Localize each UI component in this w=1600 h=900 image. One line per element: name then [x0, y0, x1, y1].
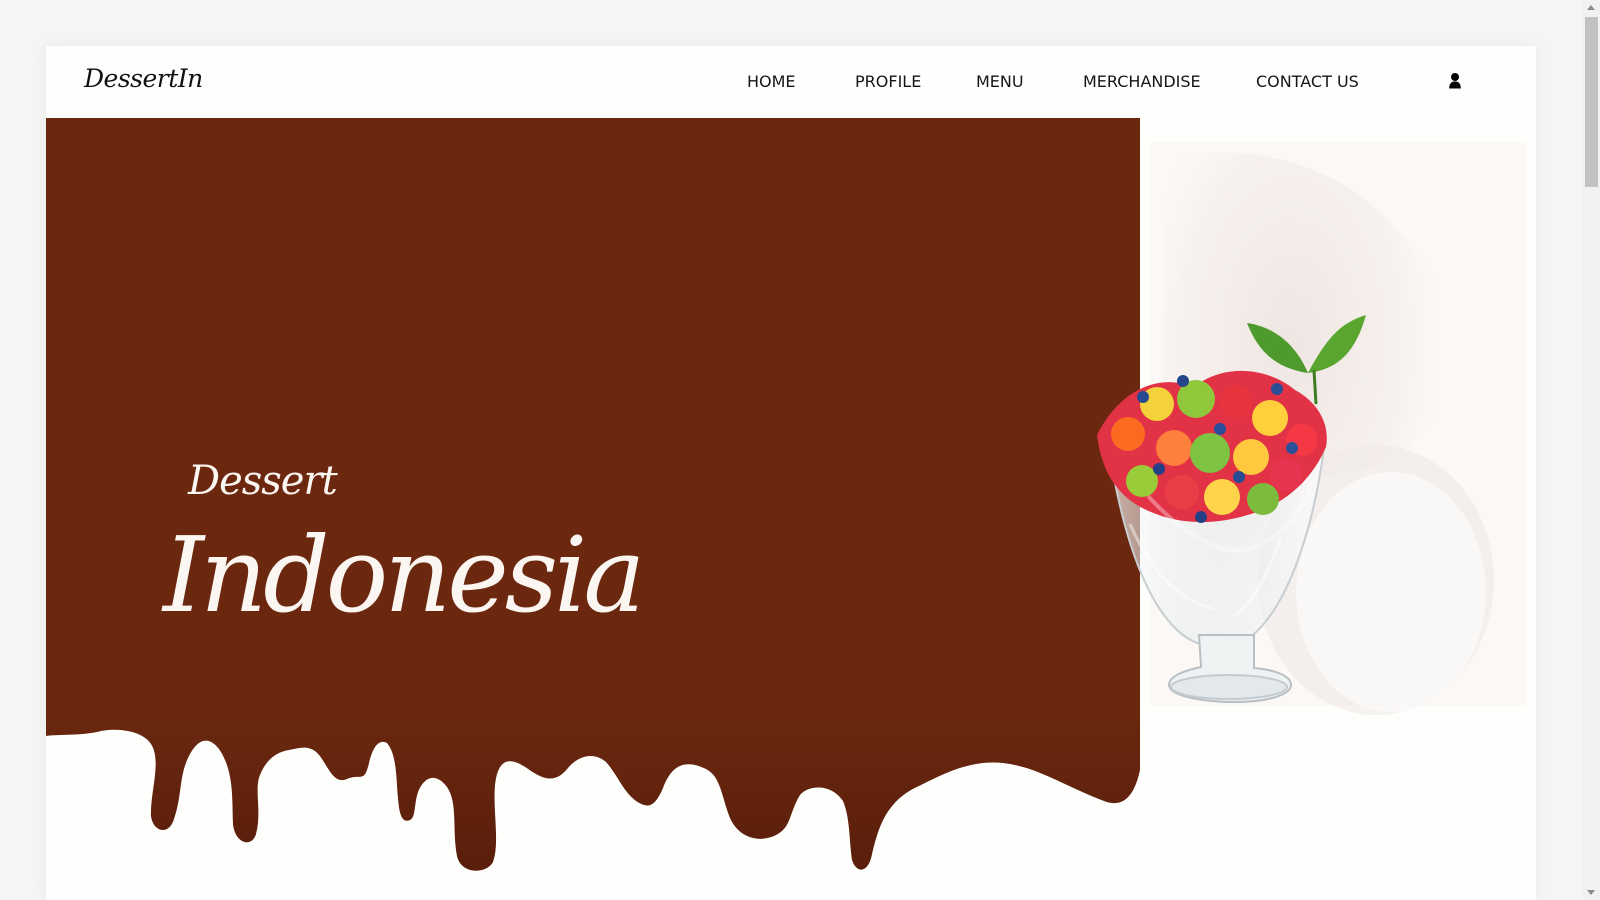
nav-contact-us[interactable]: CONTACT US [1256, 72, 1359, 91]
hero-chocolate-banner: Dessert Indonesia [46, 118, 1163, 900]
hero-title: Indonesia [163, 514, 645, 636]
top-navbar: DessertIn HOME PROFILE MENU MERCHANDISE … [46, 46, 1536, 118]
nav-profile[interactable]: PROFILE [855, 72, 921, 91]
user-icon-svg [1449, 73, 1461, 89]
user-icon[interactable] [1448, 73, 1462, 89]
nav-merchandise[interactable]: MERCHANDISE [1083, 72, 1201, 91]
page-container: DessertIn HOME PROFILE MENU MERCHANDISE … [46, 46, 1536, 900]
nav-home[interactable]: HOME [747, 72, 796, 91]
fruit-dessert-image [1056, 142, 1526, 762]
fruit-salad-icon [1097, 142, 1526, 715]
chocolate-drip-shape [46, 118, 1140, 871]
page-scrollbar[interactable] [1583, 0, 1600, 900]
site-logo[interactable]: DessertIn [84, 64, 203, 93]
hero-subtitle: Dessert [188, 458, 338, 504]
scroll-down-icon[interactable] [1587, 890, 1595, 895]
scroll-up-icon[interactable] [1587, 5, 1595, 10]
scrollbar-thumb[interactable] [1585, 17, 1598, 187]
nav-menu[interactable]: MENU [976, 72, 1024, 91]
